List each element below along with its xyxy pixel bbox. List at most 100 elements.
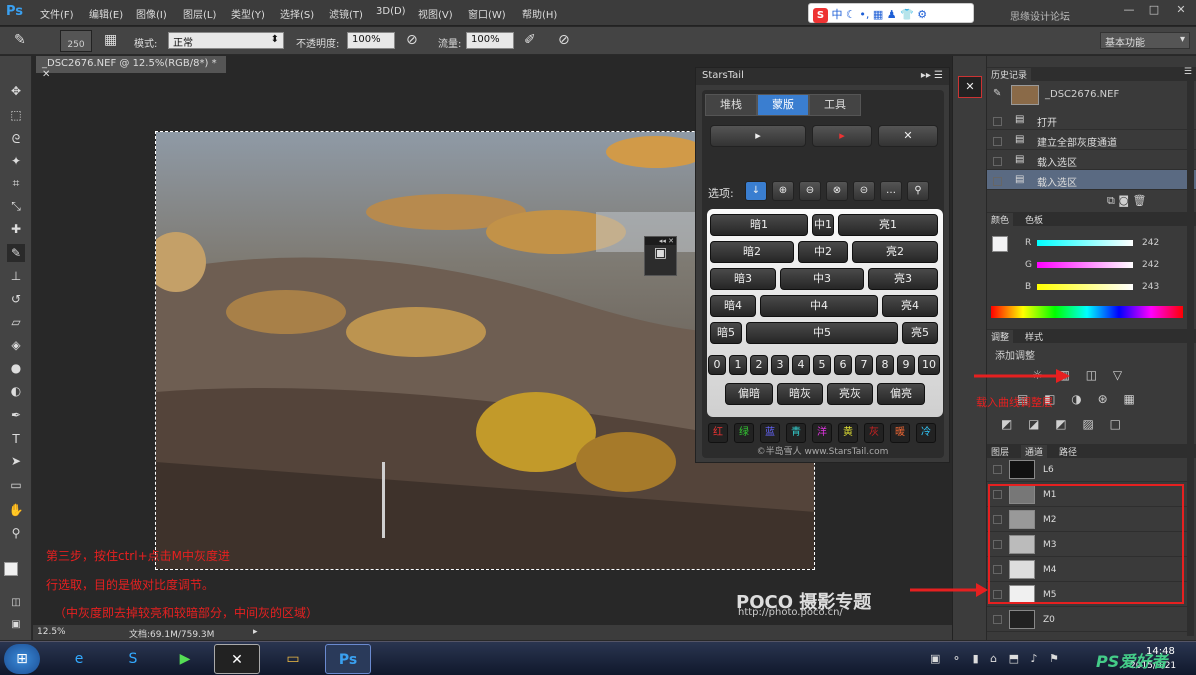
eraser-tool-icon[interactable]: ▱ <box>7 313 25 331</box>
tab-channels[interactable]: 通道 <box>1021 445 1048 458</box>
flow-field[interactable]: 100% <box>466 32 514 49</box>
tab-layers[interactable]: 图层 <box>987 445 1013 458</box>
tab-color[interactable]: 颜色 <box>987 213 1014 226</box>
lasso-tool-icon[interactable]: ᘓ <box>7 130 25 148</box>
stop-button[interactable]: ✕ <box>878 125 938 147</box>
dark-gray-button[interactable]: 暗灰 <box>777 383 823 405</box>
menu-select[interactable]: 选择(S) <box>280 6 314 21</box>
mid-4-button[interactable]: 中4 <box>760 295 878 317</box>
tab-history[interactable]: 历史记录 <box>987 68 1032 81</box>
paint-bucket-icon[interactable]: ◈ <box>7 336 25 354</box>
mid-2-button[interactable]: 中2 <box>798 241 848 263</box>
floating-mini-panel[interactable]: ◂◂ ✕ ▣ <box>644 236 677 276</box>
light-2-button[interactable]: 亮2 <box>852 241 938 263</box>
minimize-icon[interactable]: — <box>1120 3 1138 19</box>
history-item-active[interactable]: ▤ 载入选区 <box>987 170 1196 190</box>
record-button[interactable]: ▸ <box>812 125 872 147</box>
photoshop-taskbar-icon[interactable]: Ps <box>325 644 371 674</box>
foreground-color[interactable] <box>4 562 18 576</box>
zone-7-button[interactable]: 7 <box>855 355 873 375</box>
menu-help[interactable]: 帮助(H) <box>522 6 557 21</box>
foreground-swatch[interactable] <box>992 236 1008 252</box>
brush-tool-icon[interactable]: ✎ <box>7 244 25 262</box>
healing-brush-icon[interactable]: ✚ <box>7 220 25 238</box>
zone-4-button[interactable]: 4 <box>792 355 810 375</box>
color-warm-button[interactable]: 暖 <box>890 423 910 443</box>
eyedropper-icon[interactable]: ⤡ <box>7 197 25 215</box>
mid-5-button[interactable]: 中5 <box>746 322 898 344</box>
tab-adjustments[interactable]: 调整 <box>987 330 1014 343</box>
tab-styles[interactable]: 样式 <box>1021 330 1047 343</box>
color-green-button[interactable]: 绿 <box>734 423 754 443</box>
darker-button[interactable]: 偏暗 <box>725 383 773 405</box>
menu-view[interactable]: 视图(V) <box>418 6 453 21</box>
dark-2-button[interactable]: 暗2 <box>710 241 794 263</box>
zoom-level[interactable]: 12.5% <box>37 627 66 637</box>
b-value[interactable]: 243 <box>1142 282 1159 292</box>
r-value[interactable]: 242 <box>1142 238 1159 248</box>
panel-icon[interactable]: ▣ <box>645 245 676 261</box>
shape-tool-icon[interactable]: ▭ <box>7 476 25 494</box>
b-slider[interactable] <box>1037 284 1133 290</box>
color-cyan-button[interactable]: 青 <box>786 423 806 443</box>
magic-wand-icon[interactable]: ✦ <box>7 152 25 170</box>
dark-1-button[interactable]: 暗1 <box>710 214 808 236</box>
start-button-icon[interactable]: ⊞ <box>4 644 40 674</box>
screen-mode-icon[interactable]: ▣ <box>7 616 25 634</box>
airbrush-icon[interactable]: ✐ <box>524 32 536 48</box>
history-item[interactable]: ▤ 载入选区 <box>987 150 1196 170</box>
play-button[interactable]: ▸ <box>710 125 806 147</box>
light-3-button[interactable]: 亮3 <box>868 268 938 290</box>
tab-paths[interactable]: 路径 <box>1055 445 1081 458</box>
dark-5-button[interactable]: 暗5 <box>710 322 742 344</box>
brush-preset-picker[interactable]: 250 <box>60 30 92 52</box>
startail-taskbar-icon[interactable]: ✕ <box>214 644 260 674</box>
checkbox[interactable] <box>993 177 1002 186</box>
color-blue-button[interactable]: 蓝 <box>760 423 780 443</box>
zone-10-button[interactable]: 10 <box>918 355 940 375</box>
option-search-icon[interactable]: ⚲ <box>907 181 929 201</box>
menu-3d[interactable]: 3D(D) <box>376 6 406 17</box>
opacity-field[interactable]: 100% <box>347 32 395 49</box>
light-1-button[interactable]: 亮1 <box>838 214 938 236</box>
history-snapshot[interactable]: ✎ _DSC2676.NEF <box>991 84 1191 106</box>
menu-layer[interactable]: 图层(L) <box>183 6 216 21</box>
light-5-button[interactable]: 亮5 <box>902 322 938 344</box>
light-4-button[interactable]: 亮4 <box>882 295 938 317</box>
menu-type[interactable]: 类型(Y) <box>231 6 265 21</box>
zone-0-button[interactable]: 0 <box>708 355 726 375</box>
pressure-opacity-icon[interactable]: ⊘ <box>406 32 418 48</box>
checkbox[interactable] <box>993 117 1002 126</box>
dark-4-button[interactable]: 暗4 <box>710 295 756 317</box>
option-subtract-icon[interactable]: ⊖ <box>799 181 821 201</box>
g-slider[interactable] <box>1037 262 1133 268</box>
zone-9-button[interactable]: 9 <box>897 355 915 375</box>
history-footer-icons[interactable]: ⧉ ◙ 🗑 <box>1107 194 1146 208</box>
checkbox[interactable] <box>993 157 1002 166</box>
dodge-tool-icon[interactable]: ◐ <box>7 382 25 400</box>
menu-image[interactable]: 图像(I) <box>136 6 167 21</box>
dark-3-button[interactable]: 暗3 <box>710 268 776 290</box>
option-more-icon[interactable]: … <box>880 181 902 201</box>
r-slider[interactable] <box>1037 240 1133 246</box>
zone-2-button[interactable]: 2 <box>750 355 768 375</box>
brush-panel-icon[interactable]: ▦ <box>104 32 117 48</box>
tab-tools[interactable]: 工具 <box>809 94 861 116</box>
zone-8-button[interactable]: 8 <box>876 355 894 375</box>
color-yellow-button[interactable]: 黄 <box>838 423 858 443</box>
zone-3-button[interactable]: 3 <box>771 355 789 375</box>
maximize-icon[interactable]: □ <box>1145 3 1163 19</box>
ime-toolbar[interactable]: S 中 ☾ •, ▦ ♟ 👕 ⚙ <box>808 3 974 23</box>
zone-5-button[interactable]: 5 <box>813 355 831 375</box>
quick-mask-icon[interactable]: ◫ <box>7 594 25 612</box>
marquee-tool-icon[interactable]: ⬚ <box>7 106 25 124</box>
workspace-select[interactable]: 基本功能 ▾ <box>1100 32 1190 49</box>
menu-edit[interactable]: 编辑(E) <box>89 6 123 21</box>
visibility-toggle[interactable] <box>993 465 1002 474</box>
zone-6-button[interactable]: 6 <box>834 355 852 375</box>
pressure-size-icon[interactable]: ⊘ <box>558 32 570 48</box>
menu-window[interactable]: 窗口(W) <box>468 6 506 21</box>
color-gray-button[interactable]: 灰 <box>864 423 884 443</box>
document-tab[interactable]: _DSC2676.NEF @ 12.5%(RGB/8*) * ✕ <box>36 56 226 80</box>
option-add-icon[interactable]: ⊕ <box>772 181 794 201</box>
